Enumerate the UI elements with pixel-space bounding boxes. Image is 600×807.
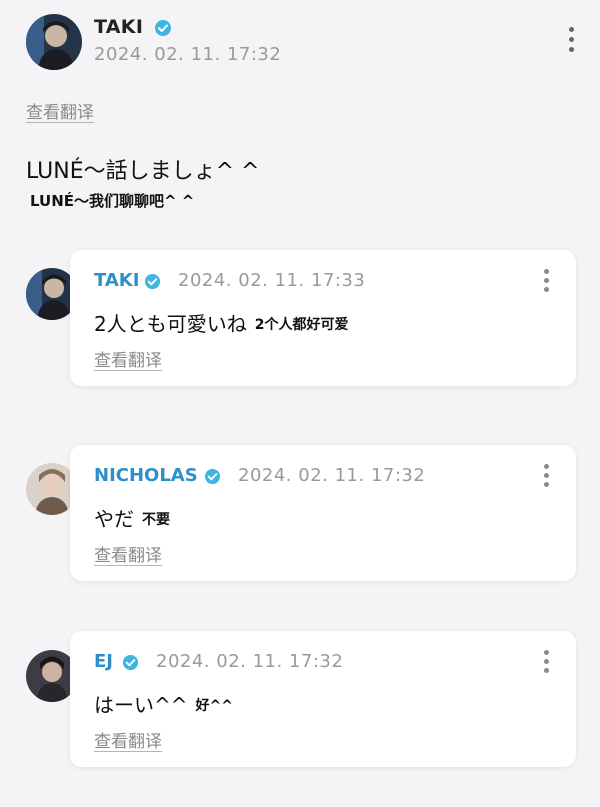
reply-translation-caption: 好^^ [195,698,233,714]
reply-timestamp: 2024. 02. 11. 17:32 [238,465,426,486]
verified-badge-icon [204,468,221,489]
verified-badge-icon [122,654,139,675]
view-translation-link[interactable]: 查看翻译 [26,98,94,123]
reply-timestamp: 2024. 02. 11. 17:33 [178,270,366,291]
reply-card: EJ 2024. 02. 11. 17:32 はーい^^ 好^^ 查看翻译 [70,631,576,767]
reply-translation-caption: 不要 [142,512,170,528]
reply-author-name[interactable]: EJ [94,651,113,672]
reply-text: はーい^^ 好^^ [94,689,233,718]
reply-original-text: 2人とも可愛いね [94,312,247,336]
reply-author-name[interactable]: NICHOLAS [94,465,198,486]
more-options-icon[interactable] [536,461,556,491]
more-options-icon[interactable] [536,266,556,296]
reply-text: 2人とも可愛いね 2个人都好可爱 [94,308,348,337]
verified-badge-icon [154,19,172,41]
post-text: LUNÉ～話しましょ^ ^ [26,159,260,184]
reply-card: TAKI 2024. 02. 11. 17:33 2人とも可愛いね 2个人都好可爱… [70,250,576,386]
view-translation-link[interactable]: 查看翻译 [94,727,162,752]
reply-timestamp: 2024. 02. 11. 17:32 [156,651,344,672]
post-timestamp: 2024. 02. 11. 17:32 [94,44,282,65]
post-header: TAKI 2024. 02. 11. 17:32 [26,14,586,74]
reply-translation-caption: 2个人都好可爱 [254,317,349,333]
reply-author-name[interactable]: TAKI [94,270,139,291]
reply-card: NICHOLAS 2024. 02. 11. 17:32 やだ 不要 查看翻译 [70,445,576,581]
reply-text: やだ 不要 [94,503,170,532]
author-avatar[interactable] [26,14,82,70]
reply-original-text: やだ [94,507,134,531]
view-translation-link[interactable]: 查看翻译 [94,541,162,566]
more-options-icon[interactable] [561,24,581,54]
author-name[interactable]: TAKI [94,16,143,38]
more-options-icon[interactable] [536,647,556,677]
post-translation-caption: LUNÉ～我们聊聊吧^ ^ [30,192,195,210]
reply-original-text: はーい^^ [94,693,188,717]
verified-badge-icon [144,273,161,294]
view-translation-link[interactable]: 查看翻译 [94,346,162,371]
